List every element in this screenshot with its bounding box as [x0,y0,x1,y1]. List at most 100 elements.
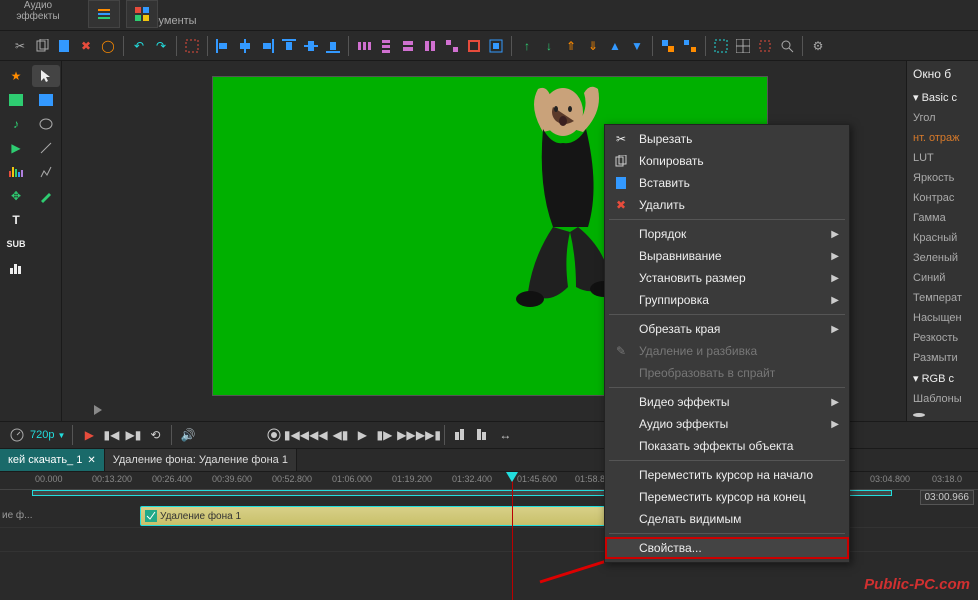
grid-button[interactable] [733,36,753,56]
tool-settings-button[interactable] [88,0,120,28]
safe-zone-button[interactable] [755,36,775,56]
align-hcenter-button[interactable] [235,36,255,56]
speed-button[interactable] [8,426,26,444]
tool-run[interactable]: ★ [2,65,30,87]
expand-preview-button[interactable] [94,405,102,415]
tool-pen[interactable] [32,185,60,207]
cut-button[interactable]: ✂ [10,36,30,56]
ctx-setsize[interactable]: Установить размер ▶ [605,267,849,289]
move-up-button[interactable]: ↑ [517,36,537,56]
send-back-button[interactable]: ⇓ [583,36,603,56]
snap-button[interactable] [711,36,731,56]
group-button[interactable] [658,36,678,56]
record-button[interactable] [265,426,283,444]
tool-chart[interactable] [2,257,30,279]
tool-rect[interactable] [32,89,60,111]
select-button[interactable] [182,36,202,56]
disable-button[interactable]: ◯ [98,36,118,56]
prev-frame-button[interactable]: ▮◀ [102,426,120,444]
ctx-move-cursor-end[interactable]: Переместить курсор на конец [605,486,849,508]
fit-button[interactable] [486,36,506,56]
ctx-order[interactable]: Порядок ▶ [605,223,849,245]
tool-pointer[interactable] [32,65,60,87]
step-back-button[interactable]: ◀▮ [331,426,349,444]
volume-button[interactable]: 🔊 [179,426,197,444]
tool-video[interactable]: ▶ [2,137,30,159]
prop-temperature[interactable]: Температ [913,292,972,304]
bring-front-button[interactable]: ⇑ [561,36,581,56]
zoom-in-button[interactable] [452,426,470,444]
prop-angle[interactable]: Угол [913,112,972,124]
prop-sharpness[interactable]: Резкость [913,332,972,344]
prop-templates[interactable]: Шаблоны [913,393,972,405]
bring-top-button[interactable]: ▲ [605,36,625,56]
redo-button[interactable]: ↷ [151,36,171,56]
ungroup-button[interactable] [680,36,700,56]
move-down-button[interactable]: ↓ [539,36,559,56]
tool-polyline[interactable] [32,161,60,183]
undo-button[interactable]: ↶ [129,36,149,56]
tool-audio[interactable]: ♪ [2,113,30,135]
go-end-button[interactable]: ▶▶▮ [419,426,437,444]
ctx-paste[interactable]: Вставить [605,172,849,194]
copy-button[interactable] [32,36,52,56]
same-size-button[interactable] [442,36,462,56]
align-right-button[interactable] [257,36,277,56]
ctx-move-cursor-start[interactable]: Переместить курсор на начало [605,464,849,486]
section-rgb[interactable]: ▾ RGB с [913,372,972,385]
same-width-button[interactable] [398,36,418,56]
ctx-audio-effects[interactable]: Аудио эффекты ▶ [605,413,849,435]
tool-line[interactable] [32,137,60,159]
playhead[interactable] [512,472,513,600]
section-basic[interactable]: ▾ Basic с [913,91,972,104]
delete-button[interactable]: ✖ [76,36,96,56]
prop-contrast[interactable]: Контрас [913,192,972,204]
ctx-delete[interactable]: ✖ Удалить [605,194,849,216]
prop-blue[interactable]: Синий [913,272,972,284]
tool-text[interactable]: T [2,209,30,231]
send-bottom-button[interactable]: ▼ [627,36,647,56]
rewind-button[interactable]: ◀◀ [309,426,327,444]
dist-v-button[interactable] [376,36,396,56]
ctx-group[interactable]: Группировка ▶ [605,289,849,311]
prop-blur[interactable]: Размыти [913,352,972,364]
close-icon[interactable]: ✕ [87,455,95,466]
paste-button[interactable] [54,36,74,56]
settings-button[interactable]: ⚙ [808,36,828,56]
prop-green[interactable]: Зеленый [913,252,972,264]
fit-timeline-button[interactable]: ↔ [496,426,514,444]
ctx-properties[interactable]: Свойства... [605,537,849,559]
zoom-out-button[interactable] [474,426,492,444]
tab-2[interactable]: Удаление фона: Удаление фона 1 [105,449,297,471]
dist-h-button[interactable] [354,36,374,56]
same-height-button[interactable] [420,36,440,56]
loop-button[interactable]: ⟲ [146,426,164,444]
prop-reflection[interactable]: нт. отраж [913,132,972,144]
zoom-dropdown[interactable] [777,36,797,56]
play-button[interactable]: ▶ [80,426,98,444]
ctx-align[interactable]: Выравнивание ▶ [605,245,849,267]
play2-button[interactable]: ▶ [353,426,371,444]
next-frame-button[interactable]: ▶▮ [124,426,142,444]
tool-picture[interactable] [2,89,30,111]
ctx-video-effects[interactable]: Видео эффекты ▶ [605,391,849,413]
template-radio[interactable] [913,413,925,417]
ffwd-button[interactable]: ▶▶ [397,426,415,444]
prop-saturation[interactable]: Насыщен [913,312,972,324]
align-left-button[interactable] [213,36,233,56]
tool-subtitle[interactable]: SUB [2,233,30,255]
prop-lut[interactable]: LUT [913,152,972,164]
go-start-button[interactable]: ▮◀◀ [287,426,305,444]
crop-button[interactable] [464,36,484,56]
step-fwd-button[interactable]: ▮▶ [375,426,393,444]
ctx-make-visible[interactable]: Сделать видимым [605,508,849,530]
prop-red[interactable]: Красный [913,232,972,244]
align-vcenter-button[interactable] [301,36,321,56]
align-bottom-button[interactable] [323,36,343,56]
prop-brightness[interactable]: Яркость [913,172,972,184]
tool-arrow-move[interactable]: ✥ [2,185,30,207]
tool-spectrum[interactable] [2,161,30,183]
tool-ellipse[interactable] [32,113,60,135]
align-top-button[interactable] [279,36,299,56]
tool-color-button[interactable] [126,0,158,28]
